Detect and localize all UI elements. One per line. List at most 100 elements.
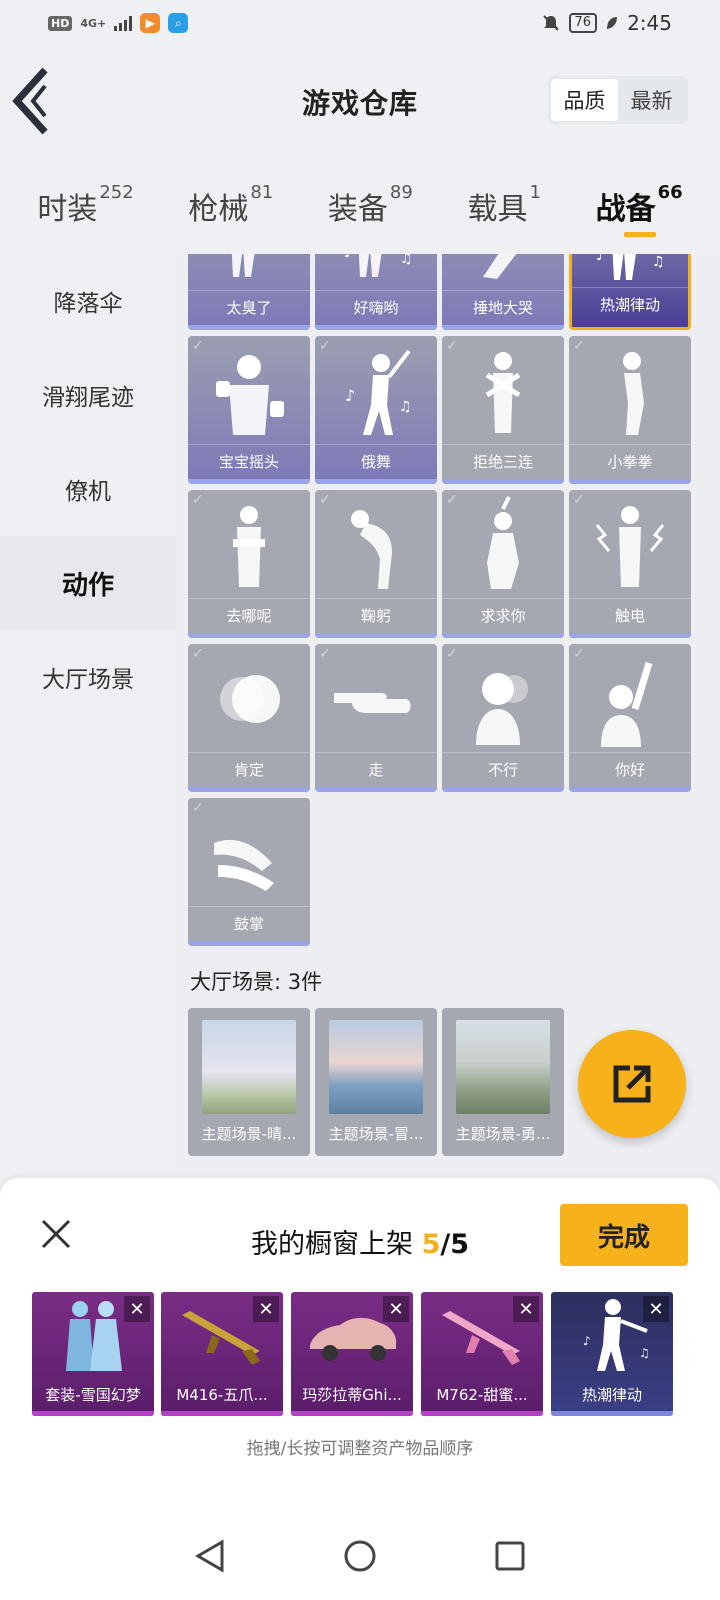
scene-thumbnail — [329, 1020, 423, 1114]
crying-figure-icon — [442, 254, 564, 292]
shelf-item[interactable]: 玛莎拉蒂Ghi... ✕ — [291, 1292, 413, 1416]
shelf-item[interactable]: M762-甜蜜... ✕ — [421, 1292, 543, 1416]
video-app-icon: ▶ — [140, 13, 161, 33]
shelf-item-label: 套装-雪国幻梦 — [45, 1385, 141, 1404]
scene-thumbnail — [456, 1020, 550, 1114]
tab-count: 252 — [99, 182, 134, 203]
rarity-bar — [188, 479, 310, 484]
tab-label: 战备 — [595, 192, 656, 227]
header: 游戏仓库 品质 最新 — [0, 46, 720, 156]
refuse-figure-icon — [442, 336, 564, 446]
shelf-item-label: 玛莎拉蒂Ghi... — [302, 1385, 402, 1404]
sidebar-item-emotes[interactable]: 动作 — [0, 536, 176, 630]
tab-fashion[interactable]: 时装 252 — [37, 170, 133, 228]
nav-home-button[interactable] — [340, 1536, 380, 1576]
shelf-item-label: M762-甜蜜... — [436, 1385, 528, 1404]
rarity-bar — [315, 325, 437, 330]
emote-label: 宝宝摇头 — [188, 444, 310, 478]
remove-icon[interactable]: ✕ — [124, 1296, 150, 1322]
head-shake-figure-icon — [188, 336, 310, 446]
shelf-item[interactable]: ♪ ♫ 热潮律动 ✕ — [551, 1292, 673, 1416]
sidebar-item-glide-trail[interactable]: 滑翔尾迹 — [0, 348, 176, 442]
rarity-bar — [569, 633, 691, 638]
sort-quality-button[interactable]: 品质 — [551, 79, 618, 121]
tab-count: 66 — [657, 182, 683, 203]
tab-count: 81 — [250, 182, 274, 203]
remove-icon[interactable]: ✕ — [253, 1296, 279, 1322]
sidebar-item-lobby-scene[interactable]: 大厅场景 — [0, 630, 176, 724]
scene-tile[interactable]: 主题场景-冒... — [315, 1008, 437, 1156]
emote-label: 肯定 — [188, 752, 310, 786]
remove-icon[interactable]: ✕ — [643, 1296, 669, 1322]
shelf-count-current: 5 — [421, 1229, 441, 1260]
emote-tile[interactable]: ✓ 鞠躬 — [315, 490, 437, 638]
emote-tile[interactable]: ✓ 走 — [315, 644, 437, 792]
emote-tile[interactable]: 太臭了 — [188, 254, 310, 330]
tab-equipment[interactable]: 装备 89 — [328, 170, 413, 228]
status-bar: HD 4G+ ▶ ⌕ 76 2:45 — [0, 0, 720, 46]
rarity-bar — [291, 1411, 413, 1416]
nav-recents-button[interactable] — [490, 1536, 530, 1576]
emote-tile[interactable]: ✓ ♪ ♫ 俄舞 — [315, 336, 437, 484]
nav-back-button[interactable] — [190, 1536, 230, 1576]
shelf-item[interactable]: 套装-雪国幻梦 ✕ — [32, 1292, 154, 1416]
rarity-bar — [442, 479, 564, 484]
rarity-bar — [569, 479, 691, 484]
rarity-bar — [188, 325, 310, 330]
emote-tile-selected[interactable]: ♪ ♫ 热潮律动 — [569, 254, 691, 330]
emote-label: 去哪呢 — [188, 598, 310, 632]
clapping-hands-icon — [188, 798, 310, 908]
tab-guns[interactable]: 枪械 81 — [188, 170, 273, 228]
emote-tile[interactable]: ✓ 去哪呢 — [188, 490, 310, 638]
sidebar-item-parachute[interactable]: 降落伞 — [0, 254, 176, 348]
shelf-item[interactable]: M416-五爪... ✕ — [161, 1292, 283, 1416]
remove-icon[interactable]: ✕ — [513, 1296, 539, 1322]
emote-label: 鞠躬 — [315, 598, 437, 632]
status-left: HD 4G+ ▶ ⌕ — [48, 13, 189, 33]
rarity-bar — [188, 633, 310, 638]
tab-label: 时装 — [37, 192, 98, 227]
rarity-bar — [188, 787, 310, 792]
emote-label: 触电 — [569, 598, 691, 632]
emote-tile[interactable]: ✓ 宝宝摇头 — [188, 336, 310, 484]
emote-label: 捶地大哭 — [442, 290, 564, 324]
emote-tile[interactable]: ✓ 鼓掌 — [188, 798, 310, 946]
hd-indicator: HD — [48, 15, 73, 31]
rarity-bar — [442, 633, 564, 638]
tab-count: 1 — [529, 182, 541, 203]
svg-text:♫: ♫ — [639, 1346, 650, 1360]
triangle-back-icon — [195, 1539, 224, 1573]
nod-head-icon — [188, 644, 310, 754]
emote-label: 求求你 — [442, 598, 564, 632]
shelf-item-label: M416-五爪... — [176, 1385, 268, 1404]
scene-label: 主题场景-勇... — [455, 1124, 551, 1143]
mute-bell-icon — [542, 15, 559, 31]
emote-tile[interactable]: ✓ 你好 — [569, 644, 691, 792]
remove-icon[interactable]: ✕ — [383, 1296, 409, 1322]
sidebar-item-wingman[interactable]: 僚机 — [0, 442, 176, 536]
emote-tile[interactable]: ♪♫ 好嗨哟 — [315, 254, 437, 330]
emote-tile[interactable]: ✓ 求求你 — [442, 490, 564, 638]
tab-gear[interactable]: 战备 66 — [595, 170, 683, 237]
scene-label: 主题场景-晴... — [201, 1124, 297, 1143]
square-recents-icon — [495, 1541, 525, 1571]
emote-tile[interactable]: ✓ 触电 — [569, 490, 691, 638]
shake-head-icon — [442, 644, 564, 754]
done-button[interactable]: 完成 — [560, 1204, 688, 1266]
emote-tile[interactable]: 捶地大哭 — [442, 254, 564, 330]
emote-tile[interactable]: ✓ 小拳拳 — [569, 336, 691, 484]
scene-tile[interactable]: 主题场景-晴... — [188, 1008, 310, 1156]
emote-tile[interactable]: ✓ 不行 — [442, 644, 564, 792]
arms-crossed-figure-icon — [188, 490, 310, 600]
sort-newest-button[interactable]: 最新 — [618, 79, 685, 121]
dance-figure-icon — [188, 254, 310, 292]
tab-label: 载具 — [467, 192, 528, 227]
battery-indicator: 76 — [568, 13, 598, 33]
share-button[interactable] — [578, 1030, 686, 1138]
svg-text:♫: ♫ — [399, 399, 412, 415]
tab-vehicles[interactable]: 载具 1 — [467, 170, 540, 228]
emote-tile[interactable]: ✓ 拒绝三连 — [442, 336, 564, 484]
emote-tile[interactable]: ✓ 肯定 — [188, 644, 310, 792]
rarity-bar — [569, 787, 691, 792]
scene-tile[interactable]: 主题场景-勇... — [442, 1008, 564, 1156]
